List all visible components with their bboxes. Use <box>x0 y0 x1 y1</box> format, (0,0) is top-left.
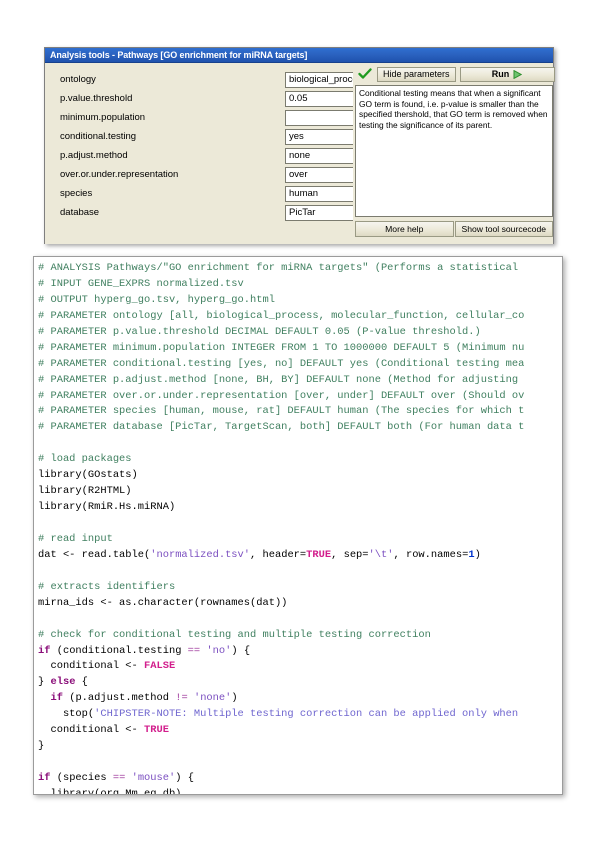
help-button-row: More help Show tool sourcecode <box>355 221 553 237</box>
code-line: library(org.Mm.eg.db) <box>38 787 182 795</box>
parameter-label: over.or.under.representation <box>60 169 179 180</box>
parameter-form: ontology biological_process p.value.thresh… <box>45 63 395 244</box>
code-line: if (conditional.testing == 'no') { <box>38 644 251 657</box>
play-icon <box>513 69 523 79</box>
code-line: # PARAMETER ontology [all, biological_pr… <box>38 309 525 322</box>
parameter-label: p.adjust.method <box>60 150 128 161</box>
parameter-label: p.value.threshold <box>60 93 133 104</box>
code-line: # check for conditional testing and mult… <box>38 628 431 641</box>
sourcecode-text: # ANALYSIS Pathways/"GO enrichment for m… <box>38 261 562 795</box>
window-body: ontology biological_process p.value.thresh… <box>45 63 555 244</box>
code-line: if (p.adjust.method != 'none') <box>50 692 238 705</box>
code-line: # OUTPUT hyperg_go.tsv, hyperg_go.html <box>38 293 275 306</box>
code-line: # PARAMETER p.adjust.method [none, BH, B… <box>38 373 519 386</box>
analysis-tools-window: Analysis tools - Pathways [GO enrichment… <box>44 47 555 244</box>
help-column: Hide parameters Run Conditional testing … <box>353 63 555 244</box>
code-line: # ANALYSIS Pathways/"GO enrichment for m… <box>38 262 519 274</box>
code-line: # INPUT GENE_EXPRS normalized.tsv <box>38 277 244 290</box>
code-line: dat <- read.table('normalized.tsv', head… <box>38 548 481 561</box>
code-line: # PARAMETER p.value.threshold DECIMAL DE… <box>38 325 481 338</box>
code-line: conditional <- TRUE <box>38 724 169 737</box>
window-titlebar: Analysis tools - Pathways [GO enrichment… <box>45 48 553 63</box>
parameter-row: p.value.threshold 0.05 <box>45 89 395 108</box>
code-line: # PARAMETER database [PicTar, TargetScan… <box>38 421 525 434</box>
code-line: library(RmiR.Hs.miRNA) <box>38 501 176 514</box>
parameter-row: minimum.population5 <box>45 108 395 127</box>
code-line: # PARAMETER minimum.population INTEGER F… <box>38 341 525 354</box>
code-line: mirna_ids <- as.character(rownames(dat)) <box>38 596 288 609</box>
parameter-row: database PicTar <box>45 203 395 222</box>
parameter-row: p.adjust.method none <box>45 146 395 165</box>
show-tool-sourcecode-button[interactable]: Show tool sourcecode <box>454 221 553 237</box>
code-line: if (species == 'mouse') { <box>38 772 194 784</box>
parameter-label: species <box>60 188 93 199</box>
more-help-button[interactable]: More help <box>355 221 454 237</box>
code-line: stop('CHIPSTER-NOTE: Multiple testing co… <box>38 708 519 721</box>
parameter-row: over.or.under.representation over <box>45 165 395 184</box>
parameter-row: species human <box>45 184 395 203</box>
parameter-label: minimum.population <box>60 112 146 123</box>
code-line: # PARAMETER over.or.under.representation… <box>38 389 525 402</box>
parameter-label: database <box>60 207 100 218</box>
code-line: } else { <box>38 676 88 689</box>
screen: Analysis tools - Pathways [GO enrichment… <box>0 0 600 848</box>
parameter-help-text: Conditional testing means that when a si… <box>355 85 553 217</box>
code-line: } <box>38 740 45 753</box>
parameter-label: ontology <box>60 74 96 85</box>
code-line: conditional <- FALSE <box>38 660 176 673</box>
parameter-row: conditional.testing yes <box>45 127 395 146</box>
code-line: library(R2HTML) <box>38 485 132 498</box>
tool-sourcecode-panel[interactable]: # ANALYSIS Pathways/"GO enrichment for m… <box>33 256 563 795</box>
parameter-row: ontology biological_process <box>45 70 395 89</box>
code-line: # extracts identifiers <box>38 580 176 593</box>
run-button-label: Run <box>491 69 510 79</box>
hide-parameters-button[interactable]: Hide parameters <box>377 66 456 82</box>
action-toolbar: Hide parameters Run <box>353 65 555 83</box>
code-line: # PARAMETER conditional.testing [yes, no… <box>38 357 525 370</box>
code-line: # read input <box>38 532 113 545</box>
window-title: Analysis tools - Pathways [GO enrichment… <box>50 50 308 60</box>
code-line: # PARAMETER species [human, mouse, rat] … <box>38 405 525 418</box>
run-button[interactable]: Run <box>459 66 555 82</box>
parameter-label: conditional.testing <box>60 131 137 142</box>
code-line: # load packages <box>38 453 132 466</box>
code-line: library(GOstats) <box>38 469 138 482</box>
green-check-icon <box>357 67 373 81</box>
